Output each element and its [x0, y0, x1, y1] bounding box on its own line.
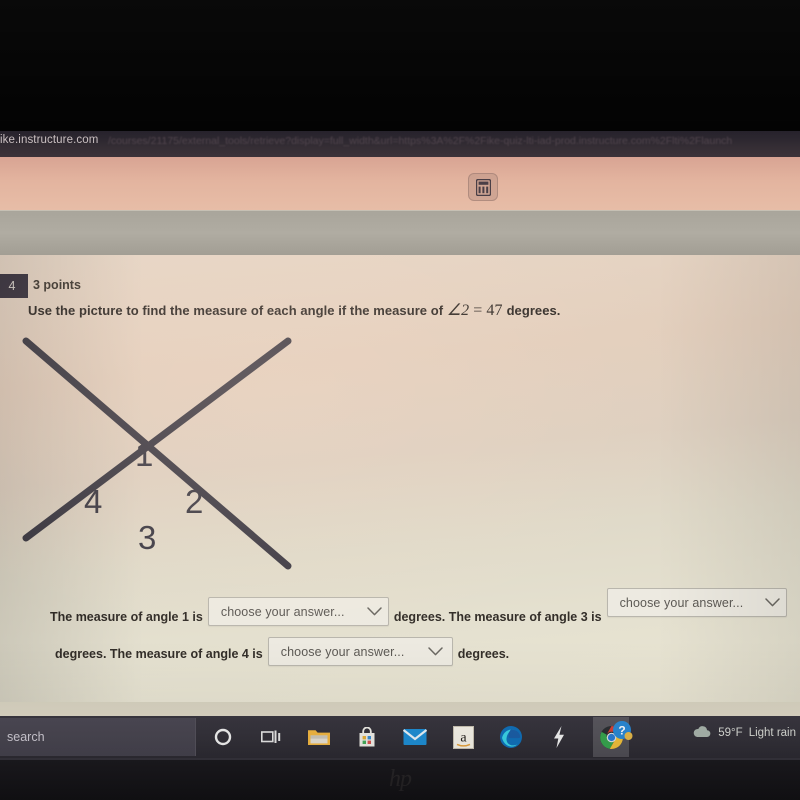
prompt-suffix: degrees.: [506, 303, 561, 318]
chevron-down-icon: [765, 598, 781, 607]
svg-text:a: a: [460, 730, 467, 745]
dropdown-angle-3-label: choose your answer...: [619, 595, 744, 610]
weather-temp: 59°F: [718, 727, 743, 739]
hp-logo: hp: [389, 766, 412, 792]
dropdown-angle-4-label: choose your answer...: [280, 644, 405, 659]
question-points: 3 points: [33, 278, 81, 292]
dropdown-angle-3[interactable]: choose your answer...: [606, 588, 787, 617]
angle-label-4: 4: [84, 483, 103, 520]
cloud-icon: [692, 725, 712, 742]
search-input[interactable]: search: [0, 718, 196, 756]
prompt-prefix: Use the picture to find the measure of e…: [28, 303, 447, 318]
mail-icon[interactable]: [401, 722, 429, 752]
answer-row-2: degrees. The measure of angle 4 is choos…: [50, 637, 514, 666]
browser-address-bar[interactable]: ike.instructure.com /courses/21175/exter…: [0, 131, 800, 157]
file-explorer-icon[interactable]: [305, 722, 333, 752]
weather-widget[interactable]: 59°F Light rain: [692, 725, 796, 742]
question-prompt: Use the picture to find the measure of e…: [28, 300, 560, 320]
top-letterbox: [0, 0, 800, 131]
grey-separator-band: [0, 210, 800, 255]
edge-icon[interactable]: [497, 722, 525, 752]
angle-figure: 1 2 3 4: [16, 333, 316, 588]
cortana-icon[interactable]: [209, 722, 237, 752]
angle-label-3: 3: [138, 519, 157, 556]
prompt-angle-symbol: ∠2: [446, 302, 470, 319]
url-host: ike.instructure.com: [0, 134, 99, 146]
amazon-icon[interactable]: a: [449, 722, 477, 752]
dropdown-angle-1-label: choose your answer...: [220, 604, 345, 619]
url-path: /courses/21175/external_tools/retrieve?d…: [108, 135, 733, 147]
answer-row-1-lead: The measure of angle 1 is: [50, 610, 203, 624]
microsoft-store-icon[interactable]: [353, 722, 381, 752]
search-placeholder: search: [7, 730, 45, 744]
angle-label-1: 1: [135, 436, 154, 473]
laptop-screen-photo: ike.instructure.com /courses/21175/exter…: [0, 0, 800, 800]
prompt-angle-value: = 47: [469, 302, 507, 319]
answer-row-1-mid: degrees. The measure of angle 3 is: [393, 610, 602, 624]
answer-row-2-tail: degrees.: [457, 647, 510, 661]
task-view-icon[interactable]: [257, 722, 285, 752]
weather-desc: Light rain: [748, 727, 796, 739]
chevron-down-icon: [427, 647, 443, 656]
lightning-icon[interactable]: [545, 722, 573, 752]
calculator-icon[interactable]: [468, 173, 498, 201]
answer-row-1: The measure of angle 1 is choose your an…: [45, 588, 787, 626]
help-icon[interactable]: ?: [612, 720, 633, 746]
question-number-badge: 4: [0, 274, 28, 298]
answer-row-2-lead: degrees. The measure of angle 4 is: [55, 647, 263, 661]
taskbar-icons: a: [209, 717, 629, 757]
dropdown-angle-4[interactable]: choose your answer...: [267, 637, 453, 666]
quiz-toolbar-band: [0, 157, 800, 210]
dropdown-angle-1[interactable]: choose your answer...: [207, 597, 389, 626]
system-tray: ? 59°F Light rain: [612, 720, 796, 746]
angle-label-2: 2: [185, 483, 204, 520]
quiz-content-area: 4 3 points Use the picture to find the m…: [0, 255, 800, 702]
chevron-down-icon: [366, 607, 382, 616]
